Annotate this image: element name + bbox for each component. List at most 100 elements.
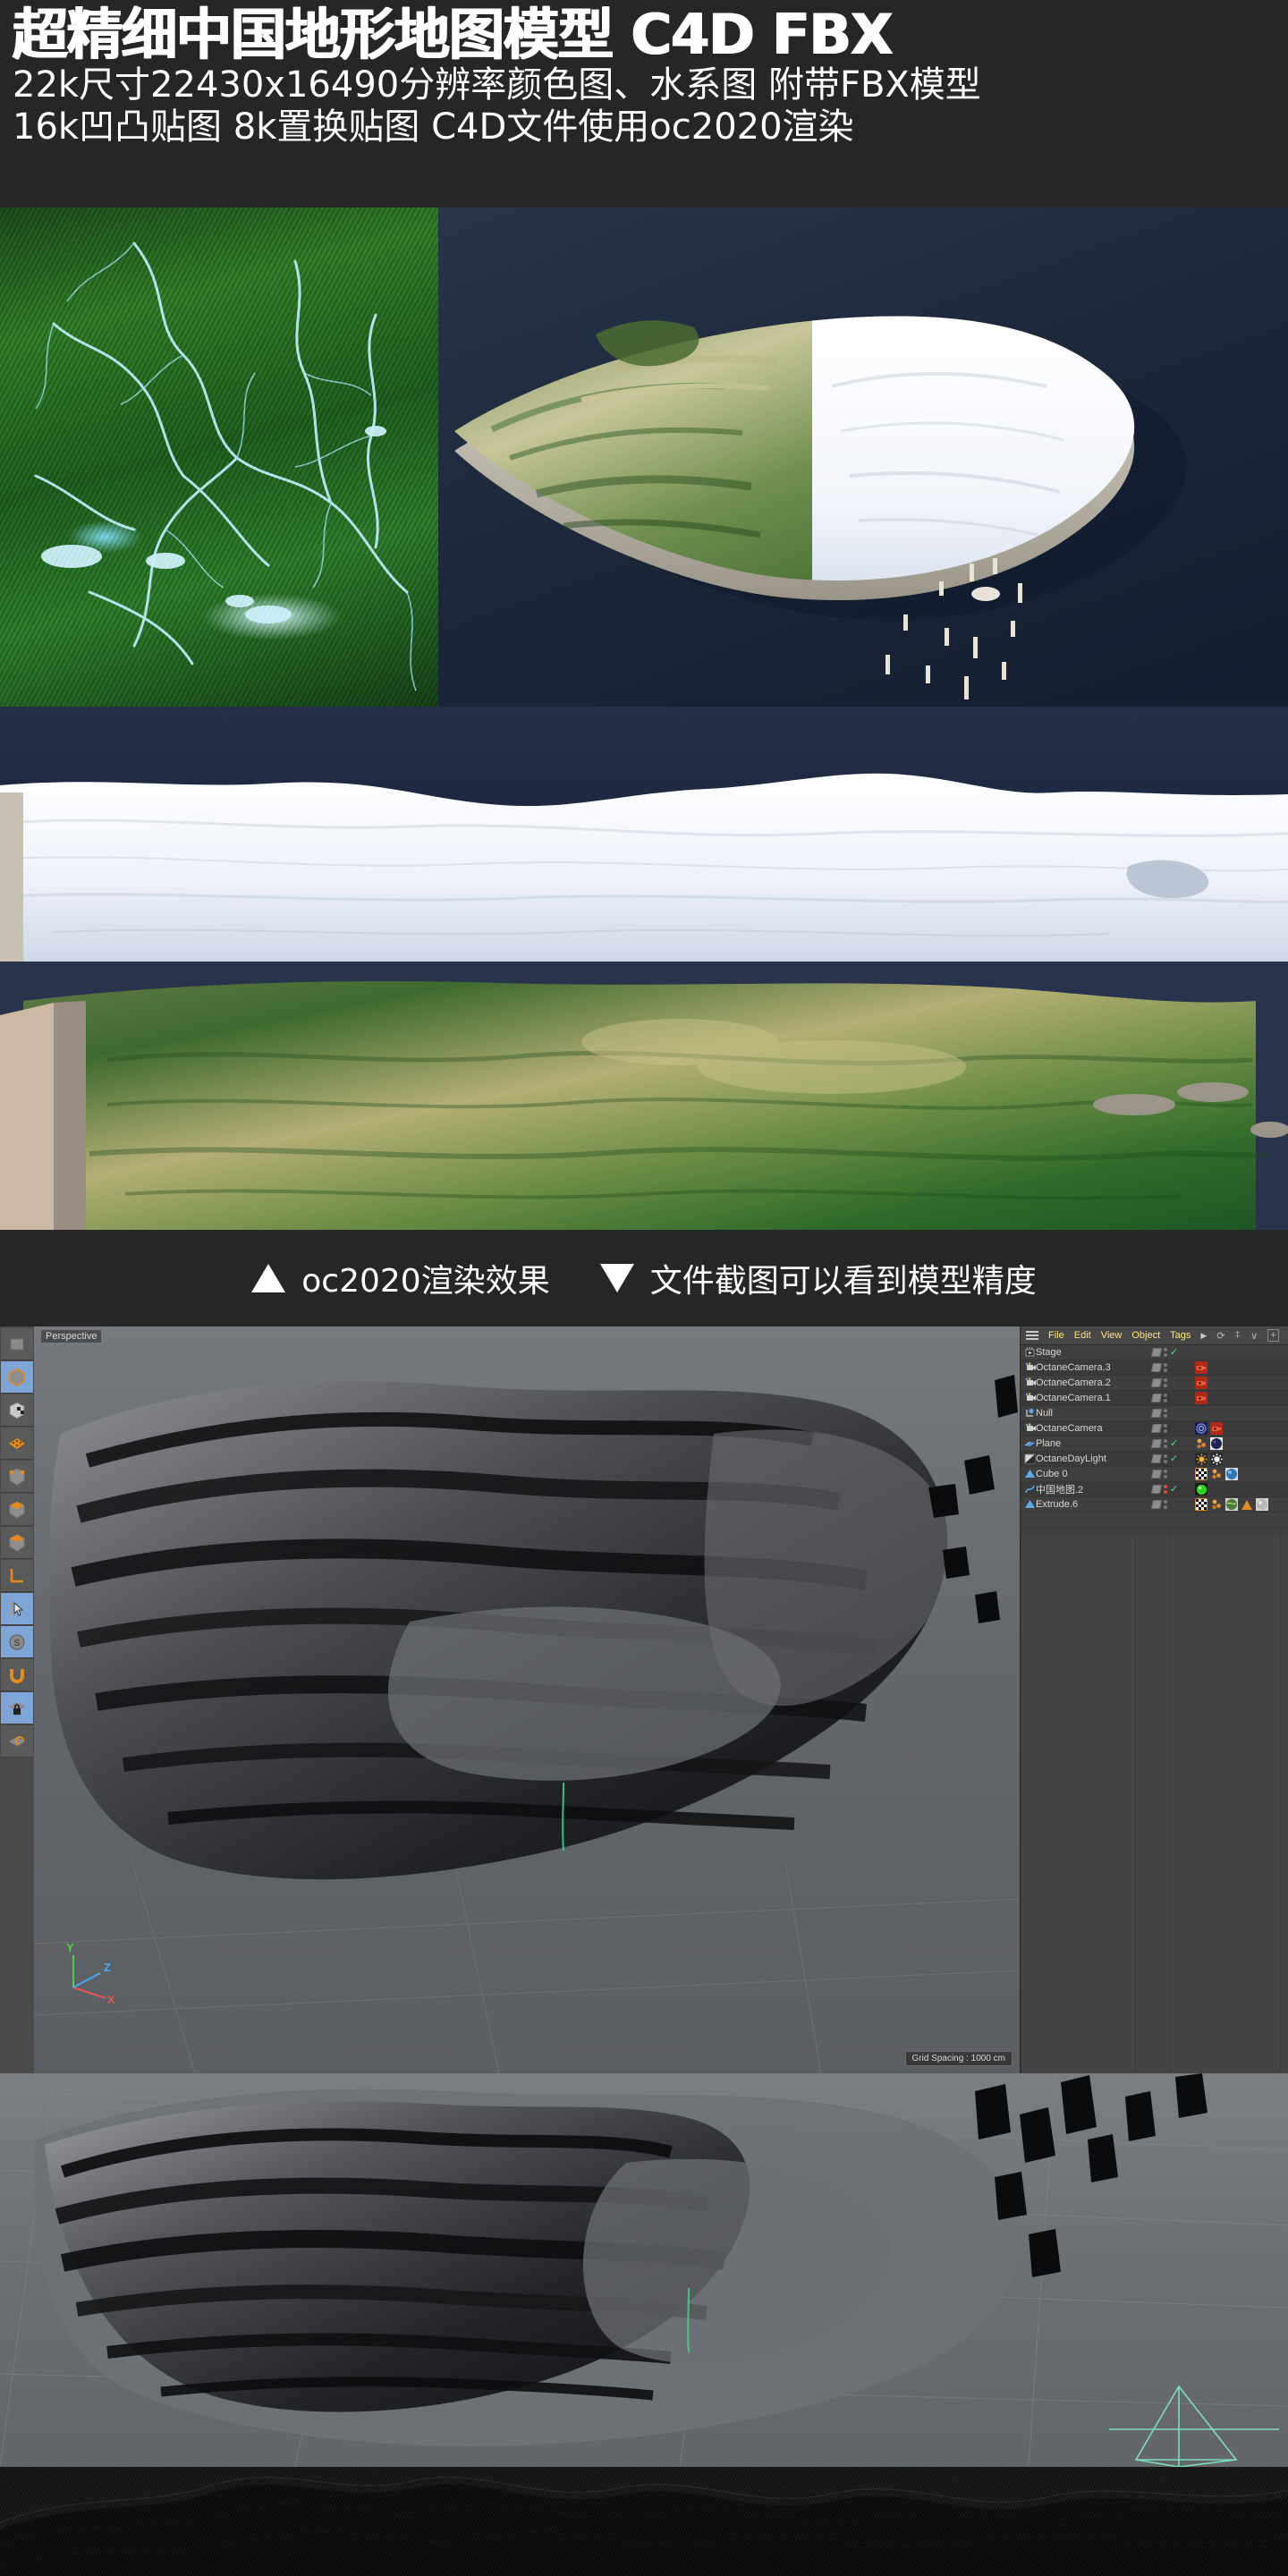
- menu-item-tags[interactable]: Tags: [1170, 1330, 1191, 1341]
- object-visibility-dots[interactable]: [1150, 1363, 1195, 1372]
- snow-terrain-svg: [0, 773, 1288, 962]
- object-visibility-dots[interactable]: [1150, 1378, 1195, 1387]
- visibility-dots[interactable]: [1164, 1424, 1167, 1433]
- visibility-dots[interactable]: [1164, 1409, 1167, 1418]
- filter-icon[interactable]: ⟳: [1216, 1330, 1224, 1342]
- menu-item-file[interactable]: File: [1048, 1330, 1064, 1341]
- poster-page: 超精细中国地形地图模型 C4D FBX 22k尺寸22430x16490分辨率颜…: [0, 0, 1288, 2576]
- workplane-icon[interactable]: [1, 1560, 33, 1592]
- object-axis-icon[interactable]: [1, 1527, 33, 1559]
- visibility-dots[interactable]: [1164, 1454, 1167, 1463]
- visibility-dots[interactable]: [1164, 1378, 1167, 1387]
- visibility-dots[interactable]: [1164, 1500, 1167, 1509]
- object-enable-checkbox[interactable]: [1150, 1394, 1163, 1402]
- object-visibility-dots[interactable]: [1150, 1394, 1195, 1402]
- points-mode-icon[interactable]: [1, 1428, 33, 1460]
- object-tags[interactable]: [1195, 1422, 1223, 1435]
- object-manager-row[interactable]: OctaneCamera: [1021, 1421, 1288, 1436]
- select-icon[interactable]: [1, 1593, 33, 1625]
- object-manager-row[interactable]: Extrude.6: [1021, 1497, 1288, 1513]
- object-visibility-dots[interactable]: [1150, 1409, 1195, 1418]
- new-layer-icon[interactable]: +: [1267, 1329, 1279, 1342]
- material-dots-icon[interactable]: [1210, 1468, 1223, 1480]
- material-green-sphere-icon[interactable]: [1195, 1483, 1208, 1496]
- object-visibility-dots[interactable]: ✓: [1150, 1485, 1195, 1495]
- spec-line-1: 22k尺寸22430x16490分辨率颜色图、水系图 附带FBX模型: [13, 64, 981, 106]
- visibility-dots[interactable]: [1164, 1439, 1167, 1448]
- object-manager-row[interactable]: Null: [1021, 1406, 1288, 1421]
- object-manager-row[interactable]: OctaneCamera.3: [1021, 1360, 1288, 1376]
- displacer-tag-icon[interactable]: [1241, 1498, 1253, 1511]
- menu-overflow-arrow-icon[interactable]: ▶: [1200, 1331, 1207, 1341]
- object-enable-checkbox[interactable]: [1150, 1363, 1163, 1372]
- target-tag-icon[interactable]: [1195, 1422, 1208, 1435]
- layers-icon[interactable]: ⍏: [1235, 1330, 1241, 1342]
- sun-tag-icon[interactable]: [1195, 1453, 1208, 1465]
- grid-snap-icon[interactable]: [1, 1725, 33, 1758]
- object-enable-checkbox[interactable]: [1150, 1409, 1163, 1418]
- object-tags[interactable]: [1195, 1468, 1238, 1480]
- menu-item-edit[interactable]: Edit: [1074, 1330, 1091, 1341]
- object-manager-row[interactable]: OctaneDayLight ✓: [1021, 1452, 1288, 1467]
- camera-tag-icon[interactable]: [1195, 1361, 1208, 1374]
- object-visibility-dots[interactable]: ✓: [1150, 1439, 1195, 1449]
- menu-item-object[interactable]: Object: [1131, 1330, 1160, 1341]
- model-mode-icon[interactable]: [1, 1361, 33, 1394]
- render-region-icon[interactable]: [1, 1328, 33, 1360]
- edges-mode-icon[interactable]: [1, 1461, 33, 1493]
- light-tag-icon[interactable]: [1210, 1453, 1223, 1465]
- lock-grid-icon[interactable]: [1, 1692, 33, 1724]
- texture-mode-icon[interactable]: [1, 1394, 33, 1427]
- object-manager-row[interactable]: OctaneCamera.2: [1021, 1376, 1288, 1391]
- camera-tag-icon[interactable]: [1195, 1392, 1208, 1404]
- snap-icon[interactable]: S: [1, 1626, 33, 1658]
- object-visibility-dots[interactable]: ✓: [1150, 1348, 1195, 1358]
- search-icon[interactable]: ∨: [1250, 1330, 1258, 1342]
- visibility-dots[interactable]: [1164, 1470, 1167, 1479]
- material-earth-sphere-icon[interactable]: [1225, 1498, 1238, 1511]
- object-tags[interactable]: [1195, 1392, 1208, 1404]
- camera-tag-icon[interactable]: [1210, 1422, 1223, 1435]
- object-visibility-dots[interactable]: [1150, 1500, 1195, 1509]
- object-tags[interactable]: [1195, 1377, 1208, 1389]
- c4d-perspective-viewport[interactable]: Perspective Y X Z Grid Spacing : 1000 cm: [34, 1326, 1020, 2073]
- object-manager-row[interactable]: Cube 0: [1021, 1467, 1288, 1482]
- object-enable-checkbox[interactable]: [1150, 1470, 1163, 1479]
- menu-item-view[interactable]: View: [1101, 1330, 1123, 1341]
- object-visibility-dots[interactable]: ✓: [1150, 1454, 1195, 1464]
- object-enable-checkbox[interactable]: [1150, 1348, 1163, 1357]
- camera-icon: [1024, 1423, 1036, 1434]
- object-tags[interactable]: [1195, 1361, 1208, 1374]
- object-enable-checkbox[interactable]: [1150, 1500, 1163, 1509]
- object-manager-row[interactable]: 中国地图.2 ✓: [1021, 1482, 1288, 1497]
- object-tags[interactable]: [1195, 1483, 1208, 1496]
- camera-tag-icon[interactable]: [1195, 1377, 1208, 1389]
- material-dots-icon[interactable]: [1210, 1498, 1223, 1511]
- menu-burger-icon[interactable]: [1026, 1331, 1038, 1340]
- object-visibility-dots[interactable]: [1150, 1470, 1195, 1479]
- visibility-dots[interactable]: [1164, 1485, 1167, 1494]
- material-grey-sphere-icon[interactable]: [1256, 1498, 1268, 1511]
- checker-tag-icon[interactable]: [1195, 1468, 1208, 1480]
- magnet-icon[interactable]: [1, 1659, 33, 1691]
- object-enable-checkbox[interactable]: [1150, 1424, 1163, 1433]
- material-dots-icon[interactable]: [1195, 1437, 1208, 1450]
- polygons-mode-icon[interactable]: [1, 1494, 33, 1526]
- visibility-dots[interactable]: [1164, 1348, 1167, 1357]
- object-enable-checkbox[interactable]: [1150, 1485, 1163, 1494]
- visibility-dots[interactable]: [1164, 1394, 1167, 1402]
- visibility-dots[interactable]: [1164, 1363, 1167, 1372]
- object-tags[interactable]: [1195, 1453, 1223, 1465]
- object-manager-row[interactable]: Stage ✓: [1021, 1345, 1288, 1360]
- material-dark-sphere-icon[interactable]: [1210, 1437, 1223, 1450]
- object-enable-checkbox[interactable]: [1150, 1454, 1163, 1463]
- material-blue-sphere-icon[interactable]: [1225, 1468, 1238, 1480]
- object-enable-checkbox[interactable]: [1150, 1439, 1163, 1448]
- object-enable-checkbox[interactable]: [1150, 1378, 1163, 1387]
- object-visibility-dots[interactable]: [1150, 1424, 1195, 1433]
- object-manager-row[interactable]: Plane ✓: [1021, 1436, 1288, 1452]
- object-manager-row[interactable]: OctaneCamera.1: [1021, 1391, 1288, 1406]
- object-tags[interactable]: [1195, 1437, 1223, 1450]
- object-tags[interactable]: [1195, 1498, 1268, 1511]
- checker-tag-icon[interactable]: [1195, 1498, 1208, 1511]
